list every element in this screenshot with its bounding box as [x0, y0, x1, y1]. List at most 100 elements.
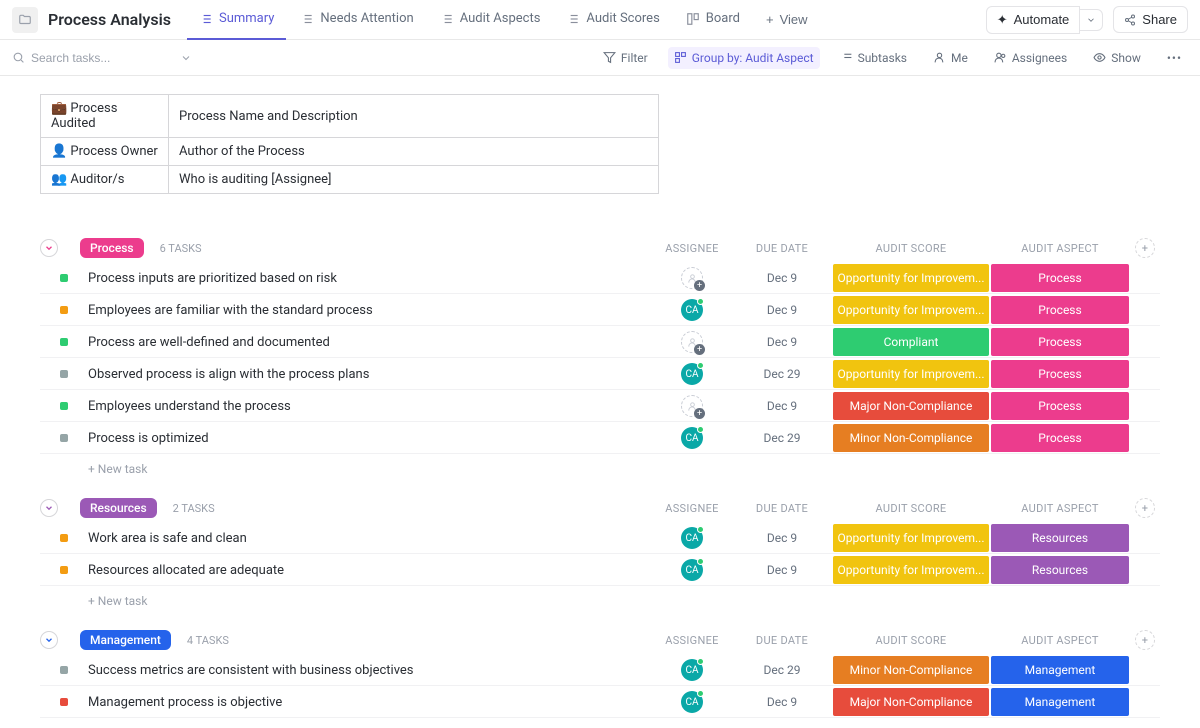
search-input[interactable] — [31, 51, 161, 65]
status-indicator[interactable] — [60, 666, 68, 674]
task-title[interactable]: Resources allocated are adequate — [80, 563, 652, 578]
tab-board[interactable]: Board — [674, 0, 752, 40]
audit-score[interactable]: Major Non-Compliance — [833, 392, 989, 420]
assignee-avatar[interactable]: CA — [681, 691, 703, 713]
task-title[interactable]: Process are well-defined and documented — [80, 335, 652, 350]
due-date[interactable]: Dec 9 — [732, 271, 832, 285]
task-row[interactable]: Employees understand the process Dec 9Maj… — [40, 390, 1160, 422]
task-title[interactable]: Employees are familiar with the standard… — [80, 303, 652, 318]
due-date[interactable]: Dec 29 — [732, 663, 832, 677]
assignee-empty[interactable] — [681, 267, 703, 289]
due-date[interactable]: Dec 9 — [732, 695, 832, 709]
task-title[interactable]: Employees understand the process — [80, 399, 652, 414]
due-date[interactable]: Dec 29 — [732, 367, 832, 381]
task-row[interactable]: Success metrics are consistent with busi… — [40, 654, 1160, 686]
audit-score[interactable]: Compliant — [833, 328, 989, 356]
task-title[interactable]: Management process is objective — [80, 695, 652, 710]
group-pill[interactable]: Management — [80, 630, 171, 650]
due-date[interactable]: Dec 9 — [732, 399, 832, 413]
status-indicator[interactable] — [60, 402, 68, 410]
status-indicator[interactable] — [60, 698, 68, 706]
info-value[interactable]: Process Name and Description — [169, 95, 659, 138]
audit-aspect[interactable]: Process — [991, 296, 1129, 324]
collapse-button[interactable] — [40, 499, 58, 517]
task-row[interactable]: Process inputs are prioritized based on … — [40, 262, 1160, 294]
assignees-button[interactable]: Assignees — [988, 47, 1073, 69]
assignee-empty[interactable] — [681, 395, 703, 417]
group-pill[interactable]: Process — [80, 238, 144, 258]
assignee-avatar[interactable]: CA — [681, 427, 703, 449]
automate-dropdown[interactable] — [1079, 9, 1103, 31]
due-date[interactable]: Dec 9 — [732, 303, 832, 317]
audit-aspect[interactable]: Process — [991, 360, 1129, 388]
task-title[interactable]: Work area is safe and clean — [80, 531, 652, 546]
assignee-avatar[interactable]: CA — [681, 659, 703, 681]
audit-score[interactable]: Opportunity for Improvem... — [833, 296, 989, 324]
status-indicator[interactable] — [60, 338, 68, 346]
audit-aspect[interactable]: Process — [991, 424, 1129, 452]
status-indicator[interactable] — [60, 534, 68, 542]
due-date[interactable]: Dec 29 — [732, 431, 832, 445]
audit-aspect[interactable]: Management — [991, 656, 1129, 684]
tab-audit-aspects[interactable]: Audit Aspects — [428, 0, 553, 40]
audit-score[interactable]: Minor Non-Compliance — [833, 424, 989, 452]
automate-button[interactable]: ✦ Automate — [986, 6, 1081, 34]
task-title[interactable]: Observed process is align with the proce… — [80, 367, 652, 382]
assignee-avatar[interactable]: CA — [681, 363, 703, 385]
chevron-down-icon[interactable] — [180, 52, 192, 64]
audit-aspect[interactable]: Process — [991, 264, 1129, 292]
status-indicator[interactable] — [60, 306, 68, 314]
task-title[interactable]: Process inputs are prioritized based on … — [80, 271, 652, 286]
task-row[interactable]: Process is optimized CA Dec 29Minor Non-Co… — [40, 422, 1160, 454]
show-button[interactable]: Show — [1087, 47, 1147, 69]
info-value[interactable]: Author of the Process — [169, 138, 659, 166]
add-column-button[interactable]: + — [1135, 498, 1155, 518]
audit-aspect[interactable]: Resources — [991, 556, 1129, 584]
tab-audit-scores[interactable]: Audit Scores — [554, 0, 671, 40]
task-row[interactable]: Work area is safe and clean CA Dec 9Opport… — [40, 522, 1160, 554]
status-indicator[interactable] — [60, 274, 68, 282]
status-indicator[interactable] — [60, 370, 68, 378]
folder-icon[interactable] — [12, 7, 38, 33]
assignee-empty[interactable] — [681, 331, 703, 353]
subtasks-button[interactable]: Subtasks — [834, 47, 913, 69]
status-indicator[interactable] — [60, 434, 68, 442]
audit-score[interactable]: Opportunity for Improvem... — [833, 524, 989, 552]
add-column-button[interactable]: + — [1135, 630, 1155, 650]
status-indicator[interactable] — [60, 566, 68, 574]
add-column-button[interactable]: + — [1135, 238, 1155, 258]
me-button[interactable]: Me — [927, 47, 974, 69]
due-date[interactable]: Dec 9 — [732, 531, 832, 545]
assignee-avatar[interactable]: CA — [681, 559, 703, 581]
group-by-button[interactable]: Group by: Audit Aspect — [668, 47, 820, 69]
more-button[interactable]: ••• — [1161, 47, 1188, 69]
task-row[interactable]: Employees are familiar with the standard… — [40, 294, 1160, 326]
new-task-button[interactable]: + New task — [40, 586, 1160, 616]
filter-button[interactable]: Filter — [597, 47, 654, 69]
audit-aspect[interactable]: Process — [991, 392, 1129, 420]
assignee-avatar[interactable]: CA — [681, 299, 703, 321]
task-title[interactable]: Success metrics are consistent with busi… — [80, 663, 652, 678]
audit-score[interactable]: Major Non-Compliance — [833, 688, 989, 716]
audit-aspect[interactable]: Process — [991, 328, 1129, 356]
audit-aspect[interactable]: Management — [991, 688, 1129, 716]
collapse-button[interactable] — [40, 631, 58, 649]
new-task-button[interactable]: + New task — [40, 454, 1160, 484]
task-row[interactable]: Observed process is align with the proce… — [40, 358, 1160, 390]
tab-summary[interactable]: Summary — [187, 0, 286, 40]
task-row[interactable]: Resources allocated are adequateCADec 9O… — [40, 554, 1160, 586]
audit-score[interactable]: Opportunity for Improvem... — [833, 264, 989, 292]
assignee-avatar[interactable]: CA — [681, 527, 703, 549]
audit-aspect[interactable]: Resources — [991, 524, 1129, 552]
group-pill[interactable]: Resources — [80, 498, 157, 518]
due-date[interactable]: Dec 9 — [732, 563, 832, 577]
add-view-button[interactable]: + View — [756, 7, 818, 32]
share-button[interactable]: Share — [1113, 6, 1188, 33]
info-value[interactable]: Who is auditing [Assignee] — [169, 166, 659, 194]
collapse-button[interactable] — [40, 239, 58, 257]
audit-score[interactable]: Minor Non-Compliance — [833, 656, 989, 684]
task-title[interactable]: Process is optimized — [80, 431, 652, 446]
audit-score[interactable]: Opportunity for Improvem... — [833, 360, 989, 388]
task-row[interactable]: Management process is objectiveCADec 9Ma… — [40, 686, 1160, 718]
due-date[interactable]: Dec 9 — [732, 335, 832, 349]
